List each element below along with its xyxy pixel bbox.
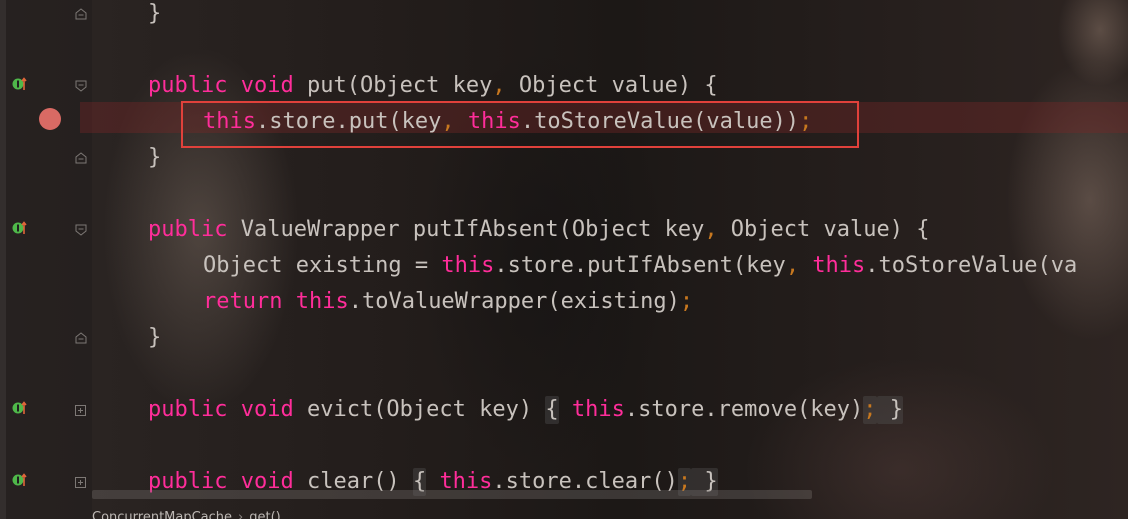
keyword: void bbox=[240, 397, 294, 422]
keyword: this bbox=[441, 253, 495, 278]
horizontal-scrollbar[interactable] bbox=[92, 490, 812, 499]
implementing-method-icon[interactable] bbox=[12, 76, 28, 92]
breadcrumb-separator: › bbox=[238, 510, 244, 519]
keyword: public bbox=[148, 217, 228, 242]
fold-icon[interactable] bbox=[75, 332, 87, 344]
code-line[interactable]: Object existing = this.store.putIfAbsent… bbox=[203, 252, 1077, 280]
folded-brace[interactable]: } bbox=[876, 396, 904, 424]
code-token: ValueWrapper putIfAbsent(Object key bbox=[227, 217, 705, 242]
keyword: public bbox=[148, 73, 228, 98]
keyword: this bbox=[571, 397, 625, 422]
code-line[interactable]: public ValueWrapper putIfAbsent(Object k… bbox=[148, 216, 929, 244]
code-line[interactable]: } bbox=[148, 144, 161, 172]
comma: , bbox=[704, 217, 718, 242]
code-line[interactable]: return this.toValueWrapper(existing); bbox=[203, 288, 693, 316]
fold-icon[interactable] bbox=[75, 224, 87, 236]
code-line[interactable]: public void put(Object key, Object value… bbox=[148, 72, 718, 100]
expand-fold-icon[interactable] bbox=[75, 477, 86, 488]
code-token: Object existing = bbox=[203, 253, 442, 278]
code-token: Object value) { bbox=[717, 217, 930, 242]
breadcrumb-item-method[interactable]: get() bbox=[249, 510, 281, 519]
code-line[interactable]: } bbox=[148, 0, 161, 28]
semicolon: ; bbox=[679, 289, 694, 314]
code-token: put(Object key bbox=[293, 73, 493, 98]
folded-brace[interactable]: { bbox=[545, 396, 559, 424]
breakpoint-icon[interactable] bbox=[39, 108, 61, 130]
comma: , bbox=[785, 253, 800, 278]
comma: , bbox=[492, 73, 506, 98]
annotation-highlight-box bbox=[181, 101, 859, 148]
tool-window-strip bbox=[0, 0, 6, 519]
keyword: this bbox=[295, 289, 349, 314]
code-token: } bbox=[148, 325, 162, 350]
breadcrumb: ConcurrentMapCache › get() bbox=[92, 505, 281, 519]
keyword: this bbox=[812, 253, 866, 278]
code-line[interactable]: } bbox=[148, 324, 161, 352]
code-token: .store.putIfAbsent(key bbox=[494, 253, 786, 278]
semicolon: ; bbox=[863, 396, 877, 424]
code-line[interactable]: public void evict(Object key) { this.sto… bbox=[148, 396, 904, 424]
keyword: public bbox=[148, 397, 228, 422]
expand-fold-icon[interactable] bbox=[75, 405, 86, 416]
code-token: Object value) { bbox=[505, 73, 718, 98]
code-token: } bbox=[148, 1, 162, 26]
code-token: .store.remove(key) bbox=[624, 397, 864, 422]
fold-icon[interactable] bbox=[75, 8, 87, 20]
code-token: .toStoreValue(va bbox=[865, 253, 1078, 278]
implementing-method-icon[interactable] bbox=[12, 220, 28, 236]
breadcrumb-item-class[interactable]: ConcurrentMapCache bbox=[92, 510, 232, 519]
fold-icon[interactable] bbox=[75, 152, 87, 164]
fold-icon[interactable] bbox=[75, 80, 87, 92]
code-token: } bbox=[148, 145, 162, 170]
keyword: void bbox=[240, 73, 294, 98]
implementing-method-icon[interactable] bbox=[12, 400, 28, 416]
code-token: evict(Object key) bbox=[293, 397, 546, 422]
code-token: .toValueWrapper(existing) bbox=[348, 289, 680, 314]
keyword: return bbox=[203, 289, 283, 314]
implementing-method-icon[interactable] bbox=[12, 472, 28, 488]
